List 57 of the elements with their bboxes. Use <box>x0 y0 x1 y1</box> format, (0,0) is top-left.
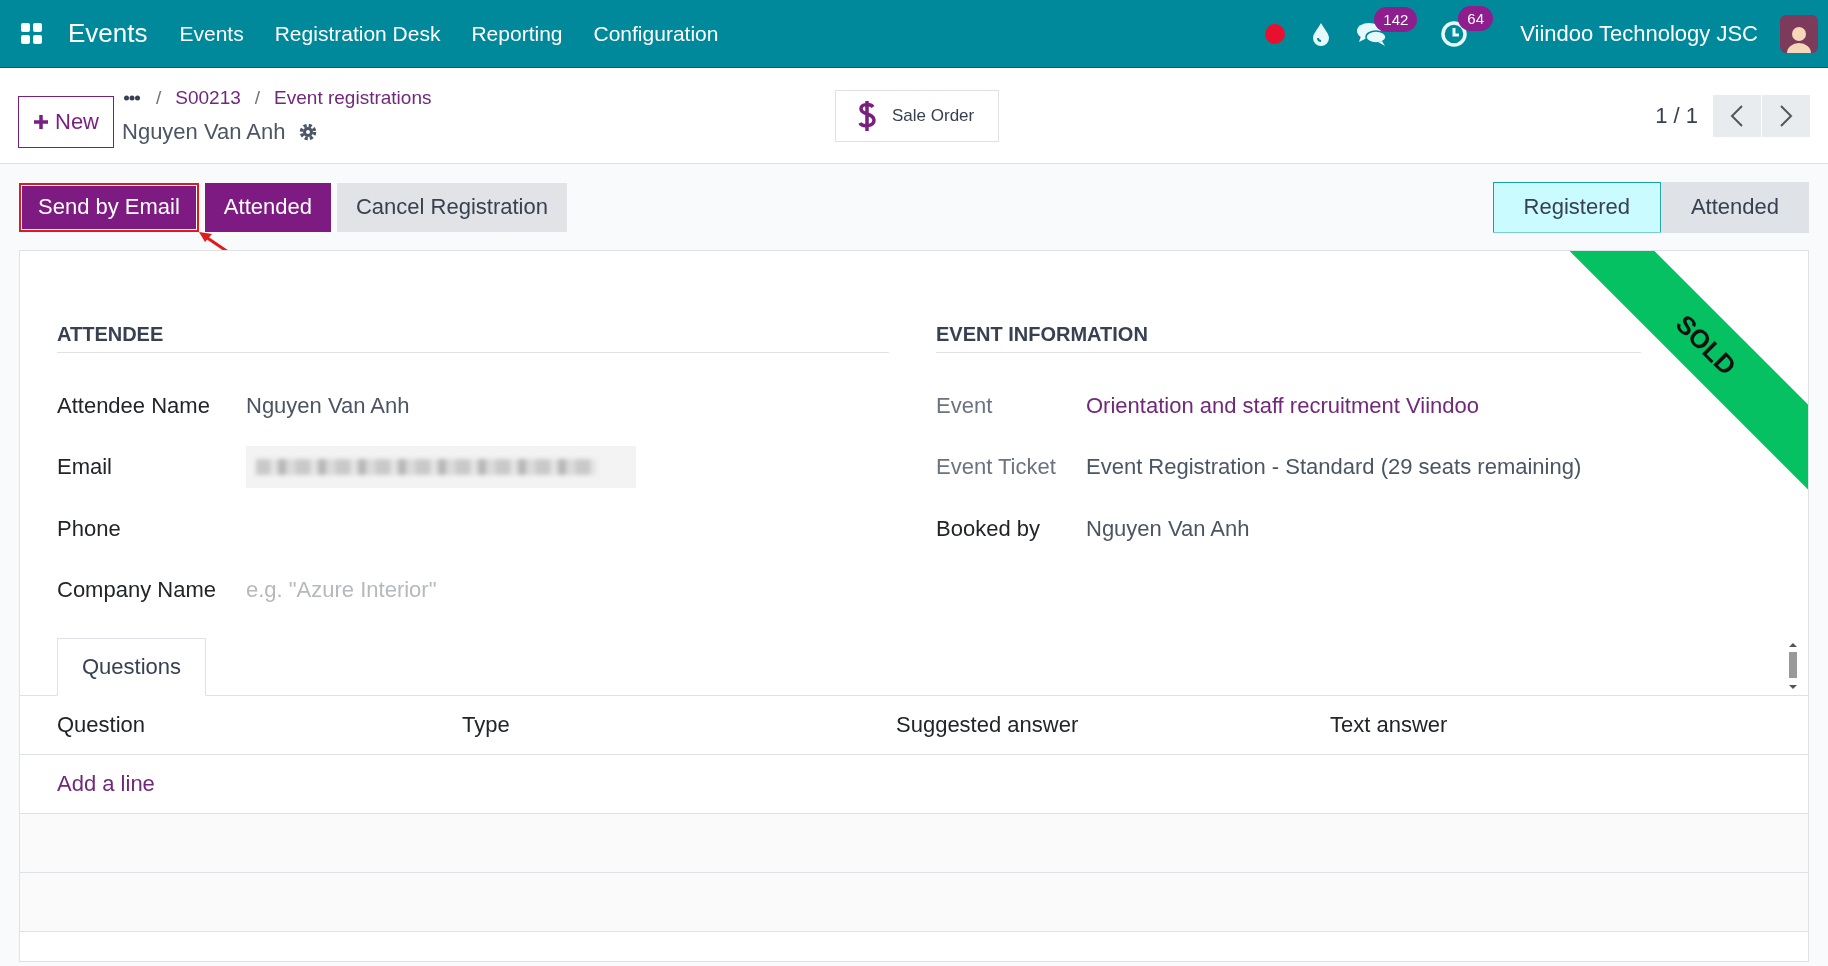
section-heading: ATTENDEE <box>57 323 889 353</box>
count-badge: 142 <box>1374 6 1418 32</box>
gear-icon[interactable] <box>297 121 318 142</box>
record-dot-button[interactable] <box>1264 22 1287 45</box>
notebook-tab[interactable]: Questions <box>57 638 207 696</box>
field-label: Event <box>936 392 994 419</box>
add-line-link[interactable]: Add a line <box>57 771 155 797</box>
record-dot-icon <box>1264 22 1287 45</box>
menu-item[interactable]: Configuration <box>593 21 719 46</box>
company-name[interactable]: Viindoo Technology JSC <box>1520 20 1758 47</box>
field-label: Event Ticket <box>936 454 1057 481</box>
field-label: Booked by <box>936 515 1041 542</box>
section-heading: EVENT INFORMATION <box>936 323 1641 353</box>
field-label: Company Name <box>57 577 217 604</box>
grid-icon <box>20 21 44 46</box>
dollar-icon <box>856 98 878 133</box>
breadcrumb-separator: / <box>156 86 162 109</box>
sale-order-button[interactable]: Sale Order <box>835 89 1000 142</box>
new-button[interactable]: New <box>18 95 114 148</box>
menu-item[interactable]: Registration Desk <box>274 21 441 46</box>
clock-icon <box>1440 19 1469 48</box>
chevron-right-icon <box>1779 103 1793 128</box>
ellipsis-icon <box>124 94 140 101</box>
column-header: Question <box>57 712 147 738</box>
action-button[interactable]: Send by Email <box>19 182 199 232</box>
cancel-button[interactable]: Cancel Registration <box>336 182 567 232</box>
drop-icon <box>1312 21 1331 46</box>
field-label: Attendee Name <box>57 392 211 419</box>
breadcrumb-link[interactable]: S00213 <box>175 86 241 109</box>
status-stage[interactable]: Registered <box>1492 181 1661 233</box>
field-value: Event Registration - Standard (29 seats remaining) <box>1086 454 1582 481</box>
drop-button[interactable] <box>1312 21 1331 46</box>
column-header: Text answer <box>1330 712 1448 738</box>
previous-button[interactable] <box>1713 94 1761 137</box>
chevron-left-icon <box>1730 103 1744 128</box>
count-badge: 64 <box>1458 5 1493 31</box>
status-stage[interactable]: Attended <box>1660 181 1809 233</box>
field-value: Nguyen Van Anh <box>246 392 410 419</box>
pager-counter: 1 / 1 <box>1655 102 1698 129</box>
action-button[interactable]: Attended <box>204 182 331 232</box>
clock-button[interactable] <box>1440 19 1469 48</box>
event-link[interactable]: Orientation and staff recruitment Viindoo <box>1086 392 1479 419</box>
field-label: Phone <box>57 515 122 542</box>
column-header: Suggested answer <box>896 712 1080 738</box>
breadcrumb-separator: / <box>254 86 261 109</box>
plus-icon <box>33 113 49 130</box>
field-label: Email <box>57 454 113 481</box>
next-button[interactable] <box>1762 94 1810 137</box>
field-value: Nguyen Van Anh <box>1086 515 1250 542</box>
record-title: Nguyen Van Anh <box>122 118 286 145</box>
breadcrumb-link[interactable]: Event registrations <box>274 86 432 109</box>
menu-item[interactable]: Events <box>179 21 244 46</box>
scrollbar <box>1787 642 1799 690</box>
avatar-icon[interactable] <box>1780 14 1818 53</box>
app-name-link[interactable]: Events <box>68 18 148 49</box>
menu-item[interactable]: Reporting <box>471 21 563 46</box>
column-header: Type <box>462 712 511 738</box>
